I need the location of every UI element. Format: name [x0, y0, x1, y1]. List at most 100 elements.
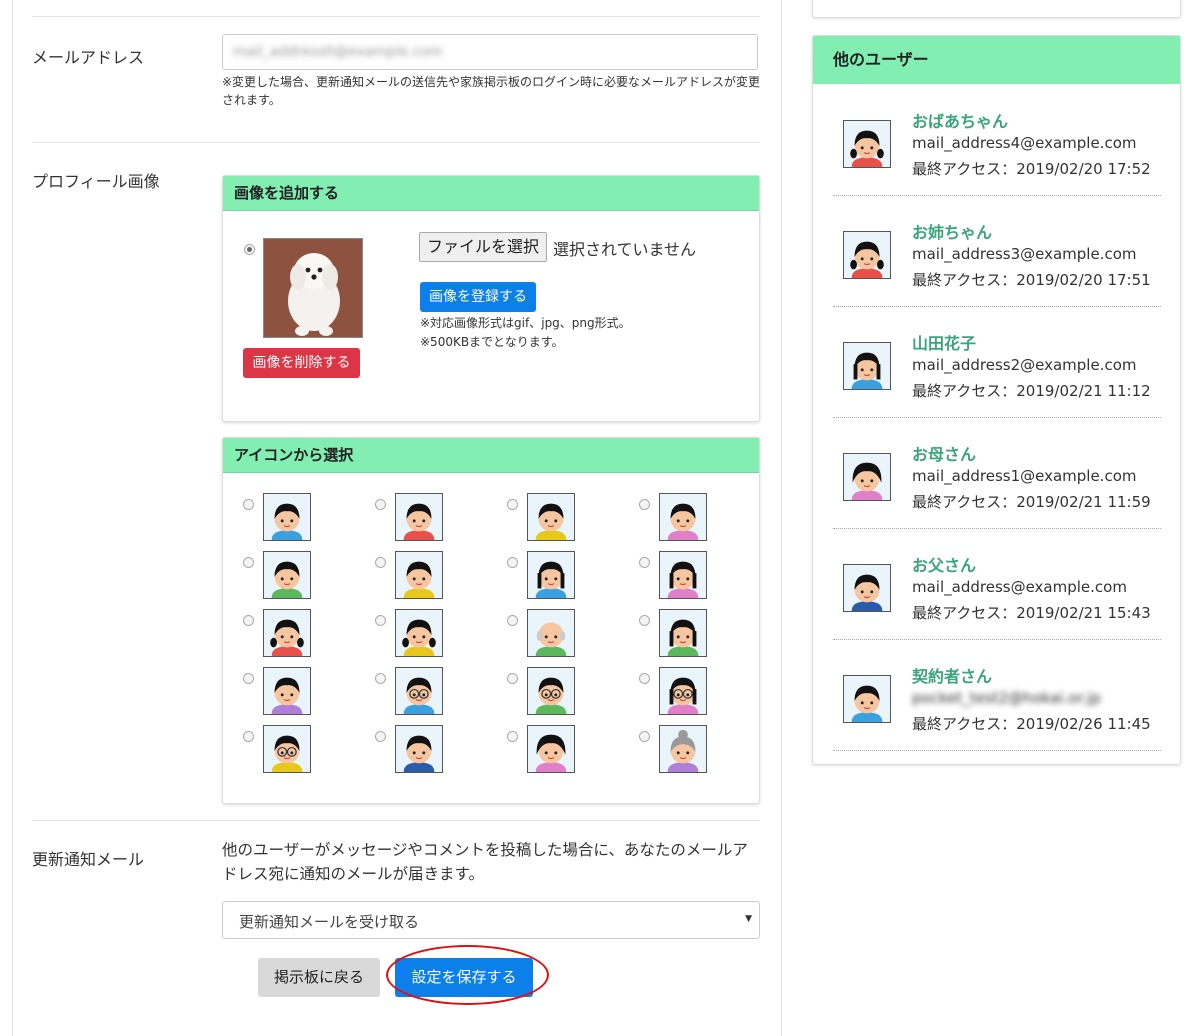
user-last-access: 最終アクセス：2019/02/21 11:59 [912, 493, 1151, 511]
icon-radio[interactable] [375, 557, 386, 568]
image-upload-panel-title: 画像を追加する [223, 176, 759, 211]
chevron-down-icon: ▼ [745, 914, 752, 924]
highlight-ellipse [386, 945, 549, 1005]
notify-select-value: 更新通知メールを受け取る [239, 913, 420, 931]
avatar-icon [395, 551, 443, 599]
email-value: mail_address0@example.com [233, 44, 443, 60]
user-list-item: お父さん mail_address@example.com 最終アクセス：2019/… [833, 528, 1161, 640]
user-list-item: おばあちゃん mail_address4@example.com 最終アクセス：20… [833, 84, 1161, 196]
user-avatar-icon [843, 120, 891, 168]
avatar-icon [659, 725, 707, 773]
icon-radio[interactable] [639, 499, 650, 510]
user-avatar-icon [843, 564, 891, 612]
avatar-icon [395, 667, 443, 715]
sidebar-top-card [812, 0, 1181, 18]
icon-radio[interactable] [375, 731, 386, 742]
icon-radio[interactable] [243, 731, 254, 742]
user-name[interactable]: 契約者さん [912, 663, 992, 687]
avatar-icon [527, 725, 575, 773]
profile-image-label: プロフィール画像 [32, 172, 160, 191]
avatar-icon [263, 725, 311, 773]
icon-radio[interactable] [243, 673, 254, 684]
email-note: ※変更した場合、更新通知メールの送信先や家族掲示板のログイン時に必要なメールアド… [222, 75, 761, 107]
user-name[interactable]: おばあちゃん [912, 108, 1008, 132]
register-image-button[interactable]: 画像を登録する [420, 282, 536, 312]
email-label: メールアドレス [32, 48, 145, 67]
user-email: mail_address1@example.com [912, 467, 1137, 485]
user-last-access: 最終アクセス：2019/02/21 15:43 [912, 604, 1151, 622]
user-last-access: 最終アクセス：2019/02/20 17:52 [912, 160, 1151, 178]
icon-radio[interactable] [243, 557, 254, 568]
icon-radio[interactable] [507, 499, 518, 510]
divider [32, 16, 760, 17]
image-upload-panel: 画像を追加する 画像を削除する ファイルを選択 選択されていません 画像を登録す… [222, 175, 760, 422]
avatar-icon [395, 493, 443, 541]
icon-radio[interactable] [639, 557, 650, 568]
user-email: pocket_test2@hokai.or.jp [912, 689, 1101, 707]
other-users-title: 他のユーザー [813, 36, 1180, 84]
avatar-icon [263, 609, 311, 657]
icon-radio[interactable] [639, 673, 650, 684]
user-email: mail_address2@example.com [912, 356, 1137, 374]
icon-select-panel-title: アイコンから選択 [223, 438, 759, 473]
icon-radio[interactable] [507, 557, 518, 568]
icon-select-panel: アイコンから選択 [222, 437, 760, 804]
format-note: ※対応画像形式はgif、jpg、png形式。 [420, 316, 631, 330]
user-list-item: 契約者さん pocket_test2@hokai.or.jp 最終アクセス：2019… [833, 639, 1161, 751]
other-users-card: 他のユーザー おばあちゃん mail_address4@example.com 最終… [812, 35, 1181, 765]
avatar-icon [527, 493, 575, 541]
back-to-board-button[interactable]: 掲示板に戻る [258, 958, 380, 997]
uploaded-image-radio[interactable] [244, 244, 255, 255]
icon-radio[interactable] [639, 731, 650, 742]
user-last-access: 最終アクセス：2019/02/20 17:51 [912, 271, 1151, 289]
user-name[interactable]: 山田花子 [912, 330, 976, 354]
user-list-item: 山田花子 mail_address2@example.com 最終アクセス：2019… [833, 306, 1161, 418]
icon-radio[interactable] [243, 499, 254, 510]
user-last-access: 最終アクセス：2019/02/26 11:45 [912, 715, 1151, 733]
user-avatar-icon [843, 675, 891, 723]
email-input[interactable]: mail_address0@example.com [222, 34, 758, 70]
user-list-item: お姉ちゃん mail_address3@example.com 最終アクセス：201… [833, 195, 1161, 307]
avatar-icon [527, 667, 575, 715]
user-name[interactable]: お姉ちゃん [912, 219, 992, 243]
delete-image-button[interactable]: 画像を削除する [243, 348, 360, 378]
icon-radio[interactable] [243, 615, 254, 626]
avatar-icon [263, 493, 311, 541]
icon-radio[interactable] [375, 615, 386, 626]
user-last-access: 最終アクセス：2019/02/21 11:12 [912, 382, 1151, 400]
avatar-icon [659, 609, 707, 657]
notify-select[interactable]: 更新通知メールを受け取る ▼ [222, 901, 760, 939]
uploaded-dog-photo [263, 238, 363, 338]
icon-radio[interactable] [507, 731, 518, 742]
user-email: mail_address@example.com [912, 578, 1127, 596]
icon-radio[interactable] [375, 673, 386, 684]
user-list-item: お母さん mail_address1@example.com 最終アクセス：2019… [833, 417, 1161, 529]
user-avatar-icon [843, 231, 891, 279]
avatar-icon [395, 609, 443, 657]
divider [32, 820, 760, 821]
user-email: mail_address4@example.com [912, 134, 1137, 152]
size-note: ※500KBまでとなります。 [420, 335, 564, 349]
icon-radio[interactable] [507, 673, 518, 684]
avatar-icon [263, 667, 311, 715]
notify-label: 更新通知メール [32, 850, 145, 869]
avatar-icon [395, 725, 443, 773]
icon-radio[interactable] [375, 499, 386, 510]
avatar-icon [527, 609, 575, 657]
icon-radio[interactable] [507, 615, 518, 626]
icon-radio[interactable] [639, 615, 650, 626]
user-name[interactable]: お母さん [912, 441, 976, 465]
avatar-icon [527, 551, 575, 599]
user-avatar-icon [843, 342, 891, 390]
user-name[interactable]: お父さん [912, 552, 976, 576]
divider [32, 142, 760, 143]
user-avatar-icon [843, 453, 891, 501]
avatar-icon [659, 493, 707, 541]
notify-description: 他のユーザーがメッセージやコメントを投稿した場合に、あなたのメールアドレス宛に通… [222, 841, 748, 883]
avatar-icon [263, 551, 311, 599]
avatar-icon [659, 551, 707, 599]
user-email: mail_address3@example.com [912, 245, 1137, 263]
choose-file-button[interactable]: ファイルを選択 [419, 232, 548, 262]
avatar-icon [659, 667, 707, 715]
file-status: 選択されていません [553, 240, 697, 259]
